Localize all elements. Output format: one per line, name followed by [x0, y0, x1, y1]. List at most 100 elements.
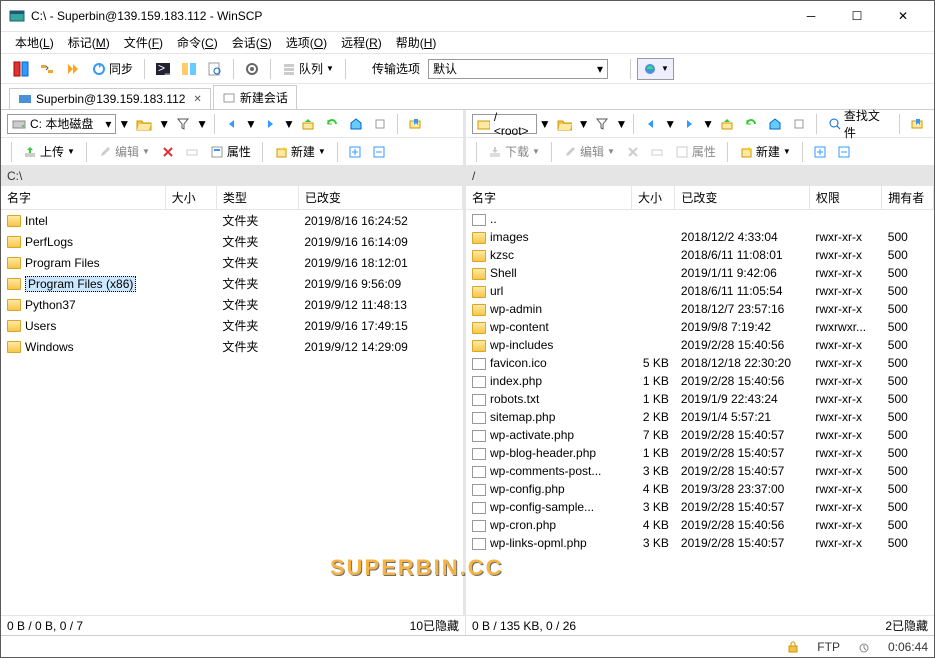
local-open-button[interactable]	[132, 113, 156, 135]
table-row[interactable]: Users文件夹2019/9/16 17:49:15	[1, 315, 463, 336]
compare-button[interactable]	[177, 58, 201, 80]
table-row[interactable]: index.php1 KB2019/2/28 15:40:56rwxr-xr-x…	[466, 372, 934, 390]
menu-item[interactable]: 标记(M)	[62, 32, 116, 53]
remote-refresh-button[interactable]	[740, 113, 762, 135]
table-row[interactable]: wp-admin2018/12/7 23:57:16rwxr-xr-x500	[466, 300, 934, 318]
table-row[interactable]: Python37文件夹2019/9/12 11:48:13	[1, 294, 463, 315]
menu-item[interactable]: 命令(C)	[171, 32, 224, 53]
console-button[interactable]: >_	[151, 58, 175, 80]
column-header[interactable]: 名字	[1, 186, 165, 210]
table-row[interactable]: sitemap.php2 KB2019/1/4 5:57:21rwxr-xr-x…	[466, 408, 934, 426]
local-refresh-button[interactable]	[321, 113, 343, 135]
remote-filter-button[interactable]	[591, 113, 613, 135]
new-session-tab[interactable]: 新建会话	[213, 85, 297, 109]
preferences-button[interactable]	[240, 58, 264, 80]
table-row[interactable]: wp-links-opml.php3 KB2019/2/28 15:40:57r…	[466, 534, 934, 552]
column-header[interactable]: 大小	[631, 186, 674, 210]
menu-item[interactable]: 本地(L)	[9, 32, 60, 53]
column-header[interactable]: 已改变	[298, 186, 462, 210]
column-header[interactable]: 拥有者	[882, 186, 934, 210]
table-row[interactable]: wp-config-sample...3 KB2019/2/28 15:40:5…	[466, 498, 934, 516]
remote-bookmark-button[interactable]	[906, 113, 928, 135]
column-header[interactable]: 大小	[165, 186, 216, 210]
remote-forward-button[interactable]	[678, 113, 700, 135]
local-home-button[interactable]	[345, 113, 367, 135]
table-row[interactable]: Program Files文件夹2019/9/16 18:12:01	[1, 252, 463, 273]
table-row[interactable]: wp-config.php4 KB2019/3/28 23:37:00rwxr-…	[466, 480, 934, 498]
table-row[interactable]: wp-comments-post...3 KB2019/2/28 15:40:5…	[466, 462, 934, 480]
table-row[interactable]: url2018/6/11 11:05:54rwxr-xr-x500	[466, 282, 934, 300]
minimize-button[interactable]: ─	[788, 1, 834, 31]
maximize-button[interactable]: ☐	[834, 1, 880, 31]
table-row[interactable]: wp-cron.php4 KB2019/2/28 15:40:56rwxr-xr…	[466, 516, 934, 534]
remote-up-button[interactable]	[716, 113, 738, 135]
local-file-list[interactable]: 名字大小类型已改变Intel文件夹2019/8/16 16:24:52PerfL…	[1, 186, 463, 615]
table-row[interactable]: wp-blog-header.php1 KB2019/2/28 15:40:57…	[466, 444, 934, 462]
download-button[interactable]: 下载▼	[483, 141, 545, 163]
local-path-bar[interactable]: C:\	[1, 166, 463, 186]
menu-item[interactable]: 帮助(H)	[390, 32, 443, 53]
remote-rename-button[interactable]	[646, 141, 668, 163]
local-up-button[interactable]	[297, 113, 319, 135]
local-forward-button[interactable]	[259, 113, 281, 135]
session-tab-active[interactable]: Superbin@139.159.183.112 ✕	[9, 88, 211, 109]
table-row[interactable]: favicon.ico5 KB2018/12/18 22:30:20rwxr-x…	[466, 354, 934, 372]
column-header[interactable]: 名字	[466, 186, 631, 210]
local-bookmark-button[interactable]	[404, 113, 426, 135]
remote-minus-button[interactable]	[833, 141, 855, 163]
table-row[interactable]: images2018/12/2 4:33:04rwxr-xr-x500	[466, 228, 934, 246]
table-row[interactable]: wp-content2019/9/8 7:19:42rwxrwxr...500	[466, 318, 934, 336]
table-row[interactable]: robots.txt1 KB2019/1/9 22:43:24rwxr-xr-x…	[466, 390, 934, 408]
remote-plus-button[interactable]	[809, 141, 831, 163]
remote-home-button[interactable]	[764, 113, 786, 135]
local-drive-selector[interactable]: C: 本地磁盘▾	[7, 114, 116, 134]
table-row[interactable]: Intel文件夹2019/8/16 16:24:52	[1, 210, 463, 232]
find-files-button[interactable]: 查找文件	[823, 113, 893, 135]
remote-file-list[interactable]: 名字大小已改变权限拥有者..images2018/12/2 4:33:04rwx…	[466, 186, 934, 615]
remote-root-button[interactable]	[788, 113, 810, 135]
remote-path-bar[interactable]: /	[466, 166, 934, 186]
upload-button[interactable]: 上传▼	[18, 141, 80, 163]
column-header[interactable]: 类型	[216, 186, 298, 210]
sync-browse-button[interactable]	[35, 58, 59, 80]
remote-edit-button[interactable]: 编辑▼	[558, 141, 620, 163]
column-header[interactable]: 权限	[809, 186, 881, 210]
back-forward-button[interactable]	[61, 58, 85, 80]
local-rename-button[interactable]	[181, 141, 203, 163]
local-edit-button[interactable]: 编辑▼	[93, 141, 155, 163]
toggle-layout-button[interactable]	[9, 58, 33, 80]
table-row[interactable]: Shell2019/1/11 9:42:06rwxr-xr-x500	[466, 264, 934, 282]
menu-item[interactable]: 远程(R)	[335, 32, 388, 53]
table-row[interactable]: wp-includes2019/2/28 15:40:56rwxr-xr-x50…	[466, 336, 934, 354]
local-root-button[interactable]	[369, 113, 391, 135]
transfer-settings-combo[interactable]: 默认▾	[428, 59, 608, 79]
menu-item[interactable]: 文件(F)	[118, 32, 169, 53]
remote-properties-button[interactable]: 属性	[670, 141, 721, 163]
remote-delete-button[interactable]	[622, 141, 644, 163]
synchronize-button[interactable]: 同步	[87, 58, 138, 80]
local-delete-button[interactable]	[157, 141, 179, 163]
close-tab-icon[interactable]: ✕	[193, 94, 201, 105]
table-row[interactable]: kzsc2018/6/11 11:08:01rwxr-xr-x500	[466, 246, 934, 264]
table-row[interactable]: ..	[466, 210, 934, 229]
remote-new-button[interactable]: 新建▼	[734, 141, 796, 163]
table-row[interactable]: Program Files (x86)文件夹2019/9/16 9:56:09	[1, 273, 463, 294]
local-back-button[interactable]	[221, 113, 243, 135]
close-button[interactable]: ✕	[880, 1, 926, 31]
remote-dir-selector[interactable]: / <root>	[472, 114, 537, 134]
table-row[interactable]: PerfLogs文件夹2019/9/16 16:14:09	[1, 231, 463, 252]
local-filter-button[interactable]	[172, 113, 194, 135]
column-header[interactable]: 已改变	[675, 186, 809, 210]
queue-button[interactable]: 队列▼	[277, 58, 339, 80]
find-button[interactable]	[203, 58, 227, 80]
table-row[interactable]: wp-activate.php7 KB2019/2/28 15:40:57rwx…	[466, 426, 934, 444]
remote-back-button[interactable]	[640, 113, 662, 135]
menu-item[interactable]: 会话(S)	[226, 32, 278, 53]
local-plus-button[interactable]	[344, 141, 366, 163]
local-new-button[interactable]: 新建▼	[269, 141, 331, 163]
remote-open-button[interactable]	[553, 113, 576, 135]
table-row[interactable]: Windows文件夹2019/9/12 14:29:09	[1, 336, 463, 357]
local-minus-button[interactable]	[368, 141, 390, 163]
local-properties-button[interactable]: 属性	[205, 141, 256, 163]
session-dropdown[interactable]: ▼	[637, 58, 674, 80]
